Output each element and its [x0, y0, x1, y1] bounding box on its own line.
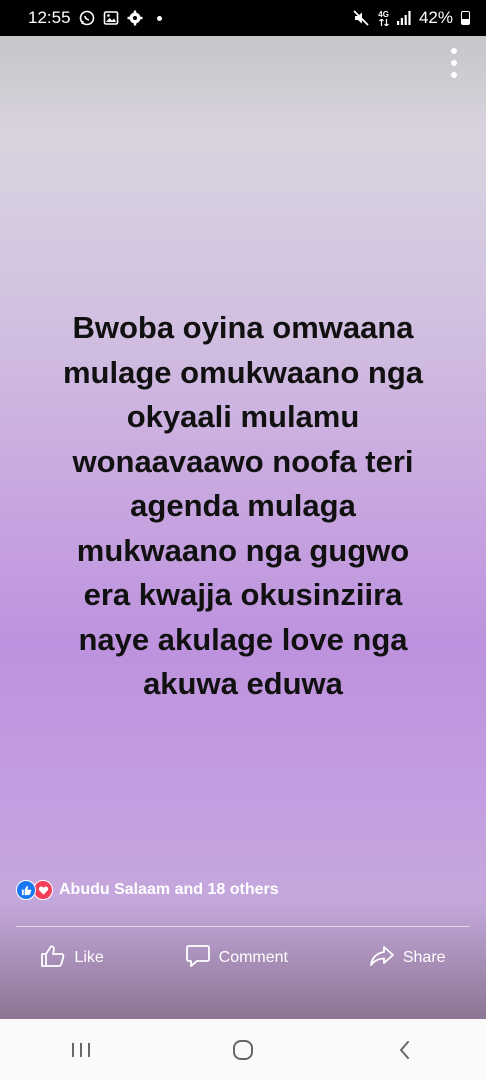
back-icon[interactable] [375, 1030, 435, 1070]
comment-label: Comment [218, 949, 288, 966]
comment-button[interactable]: Comment [185, 944, 288, 973]
recent-apps-icon[interactable] [51, 1030, 111, 1070]
home-icon[interactable] [213, 1030, 273, 1070]
like-reaction-icon [16, 880, 36, 900]
post-background: Bwoba oyina omwaana mulage omukwaano nga… [0, 36, 486, 1019]
like-icon [40, 944, 66, 973]
navigation-bar [0, 1019, 486, 1080]
share-button[interactable]: Share [369, 944, 446, 973]
network-label: 4G [378, 9, 389, 19]
share-label: Share [402, 949, 446, 966]
settings-icon [127, 10, 143, 26]
notification-dot [156, 15, 162, 21]
share-icon [369, 944, 395, 973]
reactions-summary[interactable]: Abudu Salaam and 18 others [16, 880, 279, 900]
divider [16, 926, 470, 927]
whatsapp-icon [79, 10, 95, 26]
mute-icon [352, 9, 370, 27]
post-actions: Like Comment Share [0, 936, 486, 980]
battery-percent: 42% [418, 8, 453, 27]
signal-icon [396, 11, 411, 25]
more-options-icon[interactable] [446, 48, 462, 78]
network-4g-icon: 4G [378, 9, 389, 26]
gallery-icon [103, 10, 119, 26]
battery-icon [461, 11, 470, 25]
comment-icon [185, 944, 211, 973]
post-text: Bwoba oyina omwaana mulage omukwaano nga… [62, 310, 423, 701]
status-time: 12:55 [28, 8, 71, 27]
like-button[interactable]: Like [40, 944, 104, 973]
reactions-text: Abudu Salaam and 18 others [59, 881, 279, 898]
like-label: Like [74, 949, 104, 966]
reaction-icons [16, 880, 53, 900]
love-reaction-icon [33, 880, 53, 900]
status-bar: 12:55 4G 42% [0, 0, 486, 36]
